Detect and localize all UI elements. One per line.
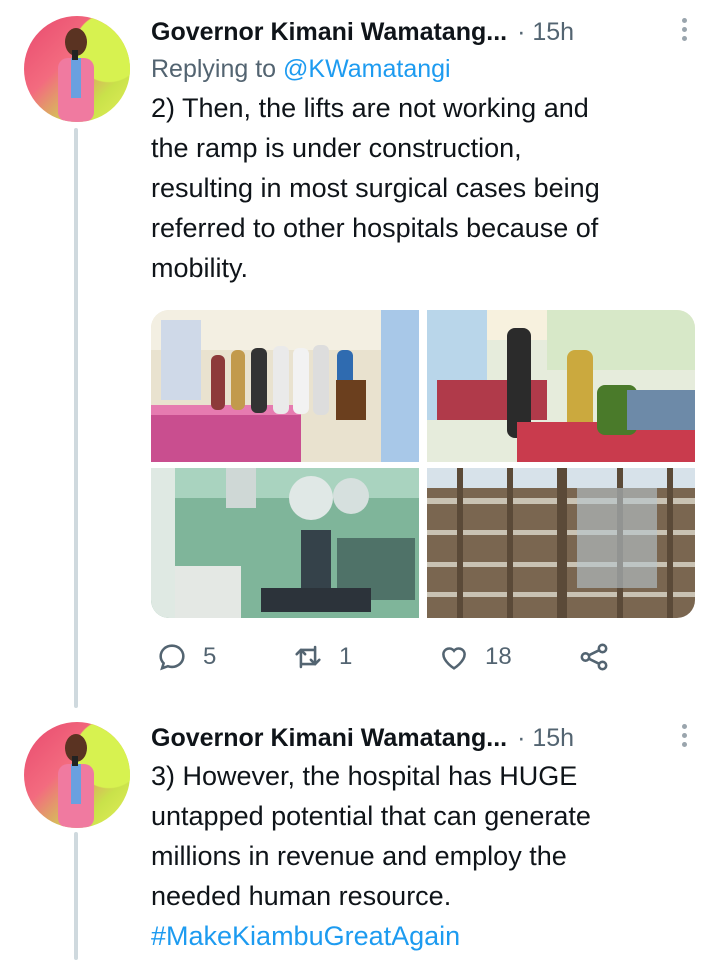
author-name[interactable]: Governor Kimani Wamatang...	[151, 724, 507, 753]
author-name[interactable]: Governor Kimani Wamatang...	[151, 18, 507, 47]
share-button[interactable]	[577, 632, 611, 682]
photo-operating-theatre[interactable]	[151, 468, 419, 618]
retweet-count: 1	[339, 643, 353, 670]
retweet-button[interactable]: 1	[291, 632, 352, 682]
like-icon	[442, 647, 466, 670]
tweet[interactable]: Governor Kimani Wamatang... · 15h 3) How…	[151, 720, 698, 956]
photo-construction[interactable]	[427, 468, 695, 618]
retweet-icon	[295, 645, 321, 669]
avatar[interactable]	[24, 722, 130, 828]
thread-line	[74, 128, 78, 708]
share-icon	[580, 643, 608, 671]
more-icon[interactable]	[682, 724, 688, 748]
more-icon[interactable]	[682, 18, 688, 42]
photo-patient-bed[interactable]	[427, 310, 695, 462]
like-count: 18	[485, 643, 512, 670]
timestamp[interactable]: · 15h	[517, 724, 574, 753]
replying-to: Replying to @KWamatangi	[151, 50, 698, 88]
tweet-actions: 5 1 18	[151, 632, 621, 682]
tweet[interactable]: Governor Kimani Wamatang... · 15h Replyi…	[151, 14, 698, 288]
hashtag-link[interactable]: #MakeKiambuGreatAgain	[151, 921, 460, 951]
reply-count: 5	[203, 643, 217, 670]
photo-grid	[151, 310, 695, 618]
like-button[interactable]: 18	[437, 632, 512, 682]
replying-handle-link[interactable]: @KWamatangi	[283, 55, 451, 83]
avatar[interactable]	[24, 16, 130, 122]
replying-prefix: Replying to	[151, 55, 284, 83]
timestamp[interactable]: · 15h	[517, 18, 574, 47]
photo-ward-visit[interactable]	[151, 310, 419, 462]
thread-line	[74, 832, 78, 960]
reply-icon	[159, 644, 185, 671]
tweet-text: 3) However, the hospital has HUGE untapp…	[151, 761, 591, 911]
tweet-text: 2) Then, the lifts are not working and t…	[151, 93, 600, 283]
reply-button[interactable]: 5	[155, 632, 216, 682]
